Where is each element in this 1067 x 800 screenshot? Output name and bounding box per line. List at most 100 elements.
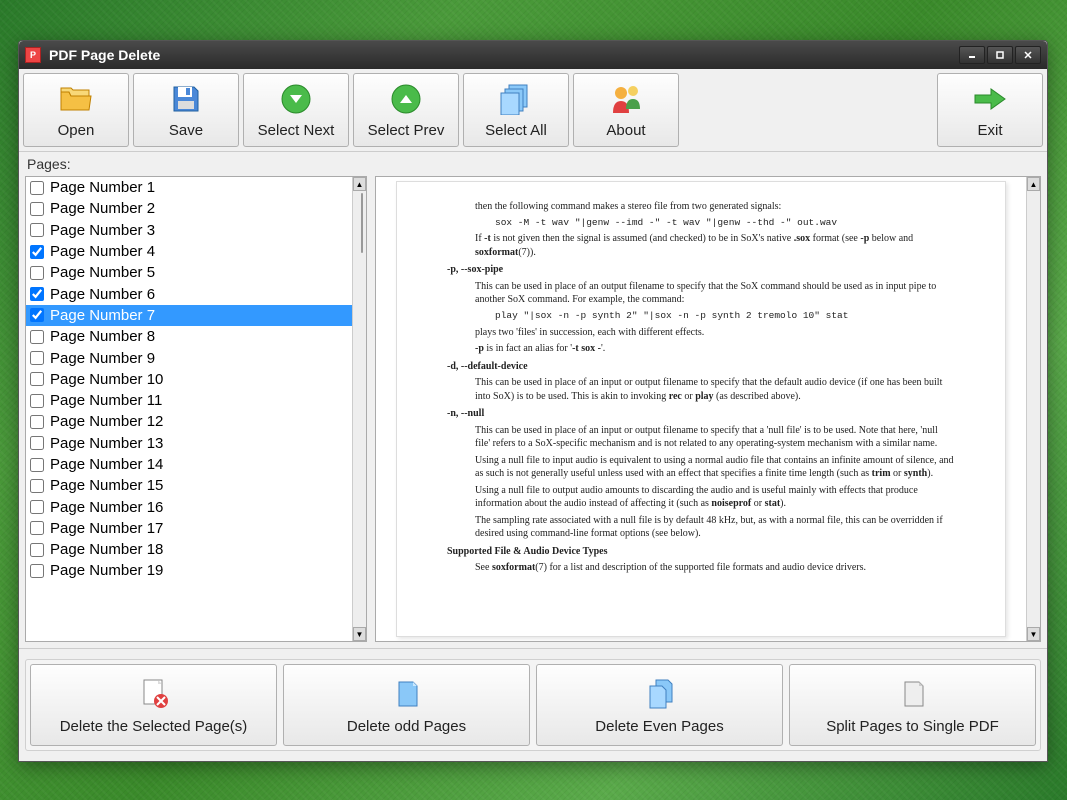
exit-arrow-icon <box>973 82 1007 116</box>
scroll-up-button[interactable]: ▲ <box>353 177 366 191</box>
page-label: Page Number 9 <box>50 350 155 367</box>
close-button[interactable] <box>1015 46 1041 64</box>
people-icon <box>609 82 643 116</box>
page-checkbox[interactable] <box>30 372 44 386</box>
scroll-up-button[interactable]: ▲ <box>1027 177 1040 191</box>
preview-line: Using a null file to output audio amount… <box>475 484 955 511</box>
page-list-item[interactable]: Page Number 15 <box>26 475 352 496</box>
page-checkbox[interactable] <box>30 266 44 280</box>
page-checkbox[interactable] <box>30 245 44 259</box>
scroll-down-button[interactable]: ▼ <box>1027 627 1040 641</box>
titlebar[interactable]: P PDF Page Delete <box>19 41 1047 69</box>
preview-line: then the following command makes a stere… <box>475 200 955 214</box>
toolbar: Open Save Select Next Select Prev Select… <box>19 69 1047 152</box>
page-label: Page Number 7 <box>50 307 155 324</box>
split-pages-button[interactable]: Split Pages to Single PDF <box>789 664 1036 746</box>
preview-code: play "|sox -n -p synth 2" "|sox -n -p sy… <box>495 310 955 323</box>
page-list-item[interactable]: Page Number 7 <box>26 305 352 326</box>
preview-code: sox -M -t wav "|genw --imd -" -t wav "|g… <box>495 217 955 230</box>
page-label: Page Number 19 <box>50 562 163 579</box>
select-prev-button[interactable]: Select Prev <box>353 73 459 147</box>
page-checkbox[interactable] <box>30 223 44 237</box>
select-next-button[interactable]: Select Next <box>243 73 349 147</box>
minimize-button[interactable] <box>959 46 985 64</box>
page-checkbox[interactable] <box>30 394 44 408</box>
preview-line: If -t is not given then the signal is as… <box>475 232 955 259</box>
bottom-toolbar: Delete the Selected Page(s) Delete odd P… <box>19 648 1047 761</box>
page-label: Page Number 4 <box>50 243 155 260</box>
page-label: Page Number 8 <box>50 328 155 345</box>
page-list-item[interactable]: Page Number 12 <box>26 411 352 432</box>
page-checkbox[interactable] <box>30 436 44 450</box>
page-list-item[interactable]: Page Number 5 <box>26 262 352 283</box>
page-list-item[interactable]: Page Number 10 <box>26 369 352 390</box>
page-list-item[interactable]: Page Number 1 <box>26 177 352 198</box>
folder-open-icon <box>59 82 93 116</box>
preview-line: Using a null file to input audio is equi… <box>475 454 955 481</box>
page-list[interactable]: Page Number 1 Page Number 2 Page Number 3 P… <box>26 177 352 641</box>
preview-heading: Supported File & Audio Device Types <box>447 545 955 559</box>
page-checkbox[interactable] <box>30 287 44 301</box>
page-checkbox[interactable] <box>30 564 44 578</box>
page-list-item[interactable]: Page Number 11 <box>26 390 352 411</box>
delete-even-button[interactable]: Delete Even Pages <box>536 664 783 746</box>
about-button[interactable]: About <box>573 73 679 147</box>
page-label: Page Number 11 <box>50 392 162 409</box>
page-label: Page Number 15 <box>50 477 163 494</box>
minimize-icon <box>967 50 977 60</box>
exit-button[interactable]: Exit <box>937 73 1043 147</box>
open-button[interactable]: Open <box>23 73 129 147</box>
delete-odd-button[interactable]: Delete odd Pages <box>283 664 530 746</box>
page-label: Page Number 5 <box>50 264 155 281</box>
page-list-item[interactable]: Page Number 14 <box>26 454 352 475</box>
page-list-item[interactable]: Page Number 18 <box>26 539 352 560</box>
exit-label: Exit <box>977 122 1002 139</box>
page-list-item[interactable]: Page Number 8 <box>26 326 352 347</box>
preview-scrollbar[interactable]: ▲ ▼ <box>1026 177 1040 641</box>
close-icon <box>1023 50 1033 60</box>
page-checkbox[interactable] <box>30 543 44 557</box>
page-label: Page Number 17 <box>50 520 163 537</box>
preview-option: -p, --sox-pipe <box>447 263 955 277</box>
page-list-item[interactable]: Page Number 16 <box>26 496 352 517</box>
page-list-item[interactable]: Page Number 4 <box>26 241 352 262</box>
app-icon: P <box>25 47 41 63</box>
save-label: Save <box>169 122 203 139</box>
scroll-thumb[interactable] <box>361 193 363 253</box>
page-label: Page Number 6 <box>50 286 155 303</box>
page-list-item[interactable]: Page Number 13 <box>26 433 352 454</box>
page-list-item[interactable]: Page Number 17 <box>26 518 352 539</box>
preview-panel: then the following command makes a stere… <box>375 176 1041 642</box>
maximize-button[interactable] <box>987 46 1013 64</box>
delete-selected-button[interactable]: Delete the Selected Page(s) <box>30 664 277 746</box>
page-checkbox[interactable] <box>30 458 44 472</box>
page-checkbox[interactable] <box>30 202 44 216</box>
preview-line: See soxformat(7) for a list and descript… <box>475 561 955 575</box>
app-window: P PDF Page Delete Open Save <box>18 40 1048 762</box>
page-label: Page Number 12 <box>50 413 163 430</box>
preview-line: plays two 'files' in succession, each wi… <box>475 326 955 340</box>
page-checkbox[interactable] <box>30 415 44 429</box>
page-checkbox[interactable] <box>30 521 44 535</box>
save-button[interactable]: Save <box>133 73 239 147</box>
page-label: Page Number 13 <box>50 435 163 452</box>
preview-line: The sampling rate associated with a null… <box>475 514 955 541</box>
page-label: Page Number 2 <box>50 200 155 217</box>
preview-option: -d, --default-device <box>447 360 955 374</box>
page-checkbox[interactable] <box>30 308 44 322</box>
scroll-down-button[interactable]: ▼ <box>353 627 366 641</box>
page-list-item[interactable]: Page Number 2 <box>26 198 352 219</box>
floppy-icon <box>169 82 203 116</box>
page-list-item[interactable]: Page Number 9 <box>26 347 352 368</box>
page-checkbox[interactable] <box>30 500 44 514</box>
select-all-button[interactable]: Select All <box>463 73 569 147</box>
preview-line: This can be used in place of an output f… <box>475 280 955 307</box>
page-checkbox[interactable] <box>30 351 44 365</box>
page-list-item[interactable]: Page Number 19 <box>26 560 352 581</box>
page-list-scrollbar[interactable]: ▲ ▼ <box>352 177 366 641</box>
page-list-item[interactable]: Page Number 3 <box>26 220 352 241</box>
page-checkbox[interactable] <box>30 181 44 195</box>
page-checkbox[interactable] <box>30 479 44 493</box>
page-list-item[interactable]: Page Number 6 <box>26 283 352 304</box>
page-checkbox[interactable] <box>30 330 44 344</box>
